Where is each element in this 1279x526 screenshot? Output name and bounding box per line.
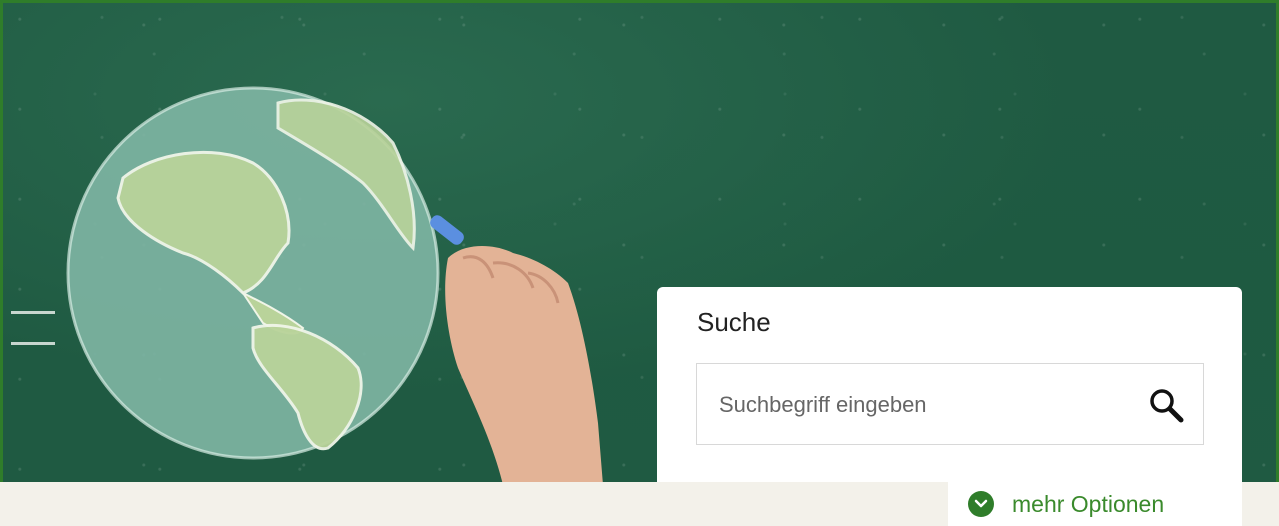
search-panel: Suche bbox=[657, 287, 1242, 482]
more-options-bar: mehr Optionen bbox=[948, 482, 1242, 526]
chevron-down-circle-icon bbox=[968, 491, 994, 517]
chalk-lines bbox=[11, 311, 55, 373]
search-input[interactable] bbox=[717, 384, 1131, 426]
more-options-link[interactable]: mehr Optionen bbox=[968, 486, 1164, 522]
hand-icon bbox=[430, 215, 603, 482]
search-button[interactable] bbox=[1145, 384, 1187, 426]
more-options-label: mehr Optionen bbox=[1012, 490, 1165, 517]
globe-icon bbox=[66, 86, 440, 460]
magnifier-icon bbox=[1150, 389, 1184, 423]
search-field bbox=[696, 363, 1204, 445]
globe-and-hand-illustration bbox=[66, 86, 603, 482]
search-title: Suche bbox=[697, 307, 771, 337]
